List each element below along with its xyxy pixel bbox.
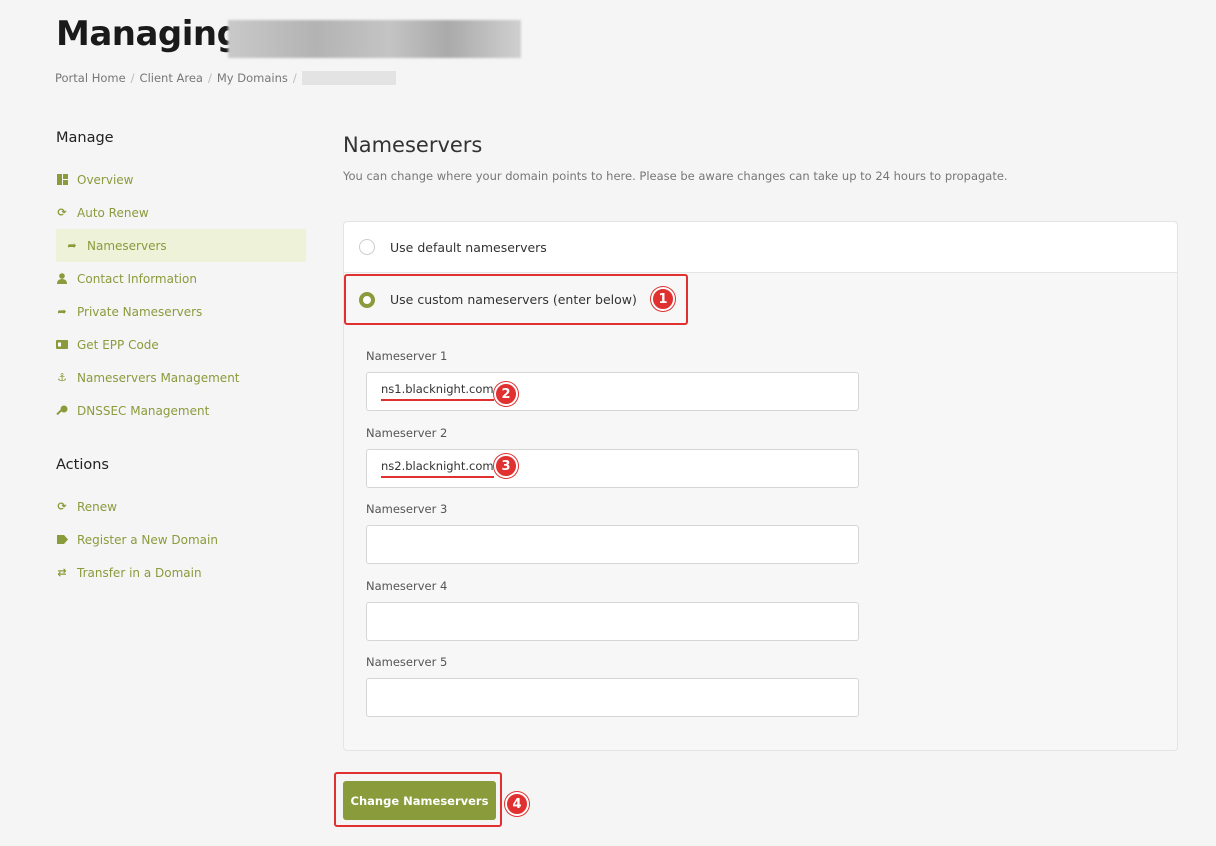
section-description: You can change where your domain points … <box>343 169 1008 183</box>
sidebar-item-label: Get EPP Code <box>77 337 159 352</box>
sidebar-item-contact-information[interactable]: Contact Information <box>56 262 306 295</box>
breadcrumb-portal-home[interactable]: Portal Home <box>55 71 126 85</box>
nameserver-3-input[interactable] <box>366 525 859 564</box>
user-icon <box>56 273 68 285</box>
sidebar-item-get-epp-code[interactable]: Get EPP Code <box>56 328 306 361</box>
nameserver-2-input[interactable]: ns2.blacknight.com <box>366 449 859 488</box>
option-default-nameservers[interactable]: Use default nameservers <box>344 222 1177 273</box>
sidebar-item-label: Contact Information <box>77 271 197 286</box>
nameserver-3-label: Nameserver 3 <box>366 502 448 516</box>
sidebar-item-label: Transfer in a Domain <box>77 565 202 580</box>
sidebar-item-dnssec-management[interactable]: DNSSEC Management <box>56 394 306 427</box>
annotation-badge-2: 2 <box>494 382 518 406</box>
section-title: Nameservers <box>343 133 483 157</box>
sidebar-item-renew[interactable]: ⟳ Renew <box>56 490 306 523</box>
sidebar-item-label: Auto Renew <box>77 205 149 220</box>
breadcrumb-separator: / <box>292 71 297 85</box>
sidebar-item-register-new-domain[interactable]: Register a New Domain <box>56 523 306 556</box>
key-icon <box>56 405 68 417</box>
option-default-label: Use default nameservers <box>390 239 547 255</box>
sidebar-manage-heading: Manage <box>56 130 114 146</box>
id-card-icon <box>56 339 68 351</box>
sidebar-item-private-nameservers[interactable]: ➦ Private Nameservers <box>56 295 306 328</box>
sidebar-item-label: DNSSEC Management <box>77 403 210 418</box>
annotation-badge-1: 1 <box>651 287 675 311</box>
nameserver-4-input[interactable] <box>366 602 859 641</box>
anchor-icon: ⚓ <box>57 371 67 384</box>
breadcrumb: Portal Home / Client Area / My Domains / <box>55 71 396 85</box>
sidebar-item-label: Register a New Domain <box>77 532 218 547</box>
page-title: Managing <box>56 14 241 54</box>
sidebar-item-transfer-domain[interactable]: ⇄ Transfer in a Domain <box>56 556 306 589</box>
nameserver-2-value: ns2.blacknight.com <box>381 459 494 478</box>
nameserver-1-value: ns1.blacknight.com <box>381 382 494 401</box>
nameserver-5-input[interactable] <box>366 678 859 717</box>
nameserver-5-label: Nameserver 5 <box>366 655 448 669</box>
option-custom-nameservers[interactable]: Use custom nameservers (enter below) <box>344 274 688 325</box>
nameserver-2-label: Nameserver 2 <box>366 426 448 440</box>
breadcrumb-separator: / <box>207 71 212 85</box>
breadcrumb-my-domains[interactable]: My Domains <box>217 71 288 85</box>
nameserver-4-label: Nameserver 4 <box>366 579 448 593</box>
share-arrow-icon: ➦ <box>57 305 67 318</box>
breadcrumb-client-area[interactable]: Client Area <box>140 71 203 85</box>
change-nameservers-button[interactable]: Change Nameservers <box>343 781 496 820</box>
tag-icon <box>56 534 68 546</box>
sidebar-item-label: Nameservers <box>87 238 167 253</box>
option-custom-label: Use custom nameservers (enter below) <box>390 292 637 307</box>
radio-default[interactable] <box>359 239 375 255</box>
annotation-badge-4: 4 <box>505 792 529 816</box>
sidebar-item-label: Nameservers Management <box>77 370 240 385</box>
submit-highlight-frame: Change Nameservers <box>334 772 502 827</box>
sidebar-actions-heading: Actions <box>56 457 109 473</box>
share-arrow-icon: ➦ <box>67 239 77 252</box>
sidebar-item-label: Overview <box>77 172 134 187</box>
sidebar-item-nameservers-management[interactable]: ⚓ Nameservers Management <box>56 361 306 394</box>
nameserver-1-label: Nameserver 1 <box>366 349 448 363</box>
sidebar-item-overview[interactable]: Overview <box>56 163 306 196</box>
sidebar-item-label: Private Nameservers <box>77 304 203 319</box>
nameserver-1-input[interactable]: ns1.blacknight.com <box>366 372 859 411</box>
breadcrumb-redacted-domain <box>301 71 396 85</box>
sidebar-item-label: Renew <box>77 499 117 514</box>
sidebar-item-nameservers[interactable]: ➦ Nameservers <box>56 229 306 262</box>
dashboard-icon <box>56 174 68 186</box>
radio-custom-selected[interactable] <box>359 291 375 308</box>
redacted-domain-name <box>228 20 521 58</box>
refresh-icon: ⟳ <box>57 500 67 513</box>
refresh-icon: ⟳ <box>57 206 67 219</box>
sidebar-item-auto-renew[interactable]: ⟳ Auto Renew <box>56 196 306 229</box>
breadcrumb-separator: / <box>130 71 135 85</box>
main-content: Nameservers You can change where your do… <box>343 133 1178 183</box>
sidebar: Manage Overview ⟳ Auto Renew ➦ Nameserve… <box>56 130 306 589</box>
annotation-badge-3: 3 <box>494 454 518 478</box>
nameserver-options-panel: Use default nameservers Use custom names… <box>343 221 1178 751</box>
exchange-icon: ⇄ <box>57 566 67 579</box>
